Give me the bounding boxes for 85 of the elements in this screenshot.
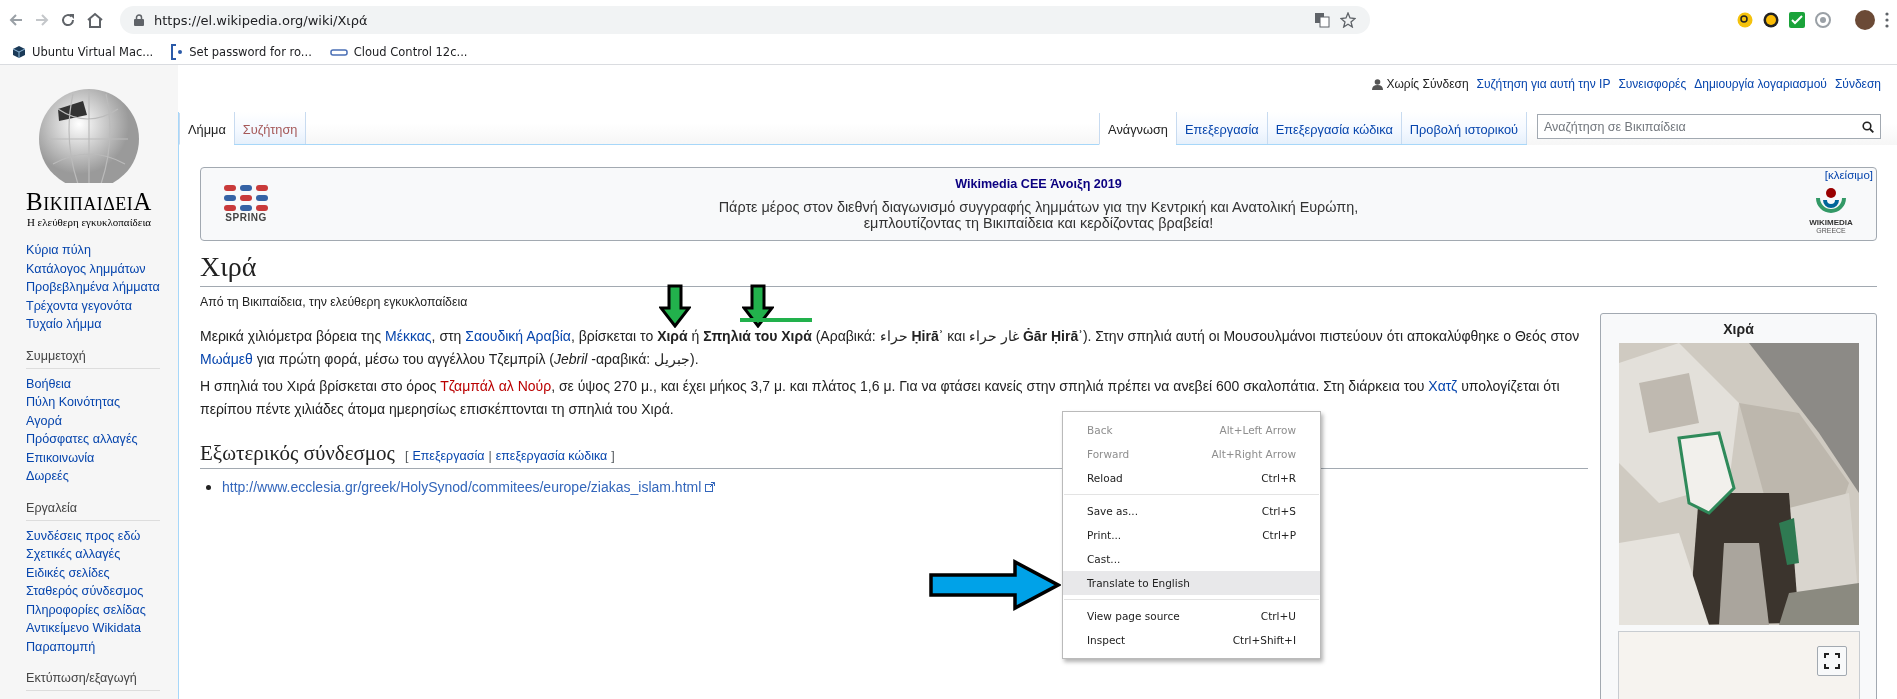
tab[interactable]: Επεξεργασία	[1176, 112, 1267, 144]
star-icon[interactable]	[1340, 12, 1356, 28]
tab[interactable]: Ανάγνωση	[1099, 113, 1176, 145]
tab[interactable]: Προβολή ιστορικού	[1400, 112, 1526, 144]
menu-item[interactable]: Reload Ctrl+R	[1063, 466, 1320, 490]
nav-link[interactable]: Δωρεές	[26, 467, 160, 486]
fullscreen-icon	[1823, 653, 1840, 669]
menu-item[interactable]: Cast...	[1063, 547, 1320, 571]
bookmark[interactable]: Set password for ro...	[171, 44, 312, 60]
nav-link[interactable]: Σταθερός σύνδεσμος	[26, 582, 160, 601]
external-link[interactable]: http://www.ecclesia.gr/greek/HolySynod/commitees/europe/ziakas_islam.html	[222, 477, 702, 498]
tab[interactable]: Συζήτηση	[233, 112, 306, 144]
menu-item[interactable]: View page source Ctrl+U	[1063, 604, 1320, 628]
menu-icon[interactable]	[1885, 12, 1889, 28]
banner-text: Πάρτε μέρος στον διεθνή διαγωνισμό συγγραφής λημμάτων για την Κεντρική και Ανατολική Ευρώπη, εμπλουτίζοντας τη Βικιπαίδεια και κερδίζοντας βραβεία!	[718, 199, 1359, 231]
nav-link[interactable]: Επικοινωνία	[26, 448, 160, 467]
nav-link[interactable]: Πληροφορίες σελίδας	[26, 600, 160, 619]
check-extension-icon[interactable]	[1789, 12, 1805, 28]
section-heading: Εξωτερικός σύνδεσμος	[200, 440, 395, 467]
nav-link[interactable]: Κύρια πύλη	[26, 241, 160, 260]
user-icon	[1372, 78, 1384, 90]
home-icon[interactable]	[86, 12, 104, 28]
bracket: [	[404, 449, 409, 463]
bullet	[206, 484, 211, 490]
logo-text: WIKIMEDIA	[1809, 218, 1853, 227]
banner-title[interactable]: Wikimedia CEE Άνοιξη 2019	[955, 177, 1122, 191]
cube-icon	[12, 45, 26, 59]
section-heading: Εργαλεία	[26, 499, 160, 521]
nav-link[interactable]: Συνδέσεις προς εδώ	[26, 526, 160, 545]
bracket-icon	[171, 44, 184, 60]
nav-link[interactable]: Αντικείμενο Wikidata	[26, 619, 160, 638]
nav-link[interactable]: Κατάλογος λημμάτων	[26, 259, 160, 278]
page-subtitle: Από τη Βικιπαίδεια, την ελεύθερη εγκυκλοπαίδεια	[200, 295, 469, 309]
link[interactable]: Μωάμεθ	[200, 350, 253, 367]
fullscreen-button[interactable]	[1816, 646, 1847, 676]
header-link[interactable]: Σύνδεση	[1834, 77, 1881, 91]
nav-link[interactable]: Βοήθεια	[26, 374, 160, 393]
nav-link[interactable]: Ειδικές σελίδες	[26, 563, 160, 582]
edit-link[interactable]: Επεξεργασία	[412, 449, 485, 463]
logo-text: SPRING	[225, 212, 267, 223]
nav-link[interactable]: Σχετικές αλλαγές	[26, 545, 160, 564]
extension-icon[interactable]	[1815, 12, 1831, 28]
search-field[interactable]: Αναζήτηση σε Βικιπαίδεια	[1537, 114, 1881, 139]
address-bar[interactable]: https://el.wikipedia.org/wiki/Χιρά	[120, 6, 1370, 34]
infobox-title: Χιρά	[1722, 320, 1755, 339]
close-link[interactable]: [κλείσιμο]	[1824, 169, 1873, 181]
menu-item[interactable]: Print... Ctrl+P	[1063, 523, 1320, 547]
avatar-icon[interactable]	[1855, 10, 1875, 30]
user-status: Χωρίς Σύνδεση	[1372, 77, 1469, 91]
menu-item[interactable]: Translate to English	[1063, 571, 1320, 595]
nav-link[interactable]: Τρέχοντα γεγονότα	[26, 296, 160, 315]
nav-link[interactable]: Τυχαίο λήμμα	[26, 315, 160, 334]
header-link[interactable]: Δημιουργία λογαριασμού	[1694, 77, 1827, 91]
cee-logo-icon	[224, 185, 268, 211]
reload-icon[interactable]	[60, 12, 76, 28]
nav-link[interactable]: Πύλη Κοινότητας	[26, 393, 160, 412]
header-link[interactable]: Συνεισφορές	[1618, 77, 1687, 91]
tagline: Η ελεύθερη εγκυκλοπαίδεια	[26, 216, 152, 228]
nav-link[interactable]: Προβεβλημένα λήμματα	[26, 278, 160, 297]
header-link[interactable]: Συζήτηση για αυτή την IP	[1476, 77, 1611, 91]
menu-item[interactable]: Inspect Ctrl+Shift+I	[1063, 628, 1320, 652]
link[interactable]: Μέκκας	[385, 328, 432, 344]
nav-link[interactable]: Πρόσφατες αλλαγές	[26, 430, 160, 449]
page-title: Χιρά	[200, 249, 1877, 287]
edit-link[interactable]: επεξεργασία κώδικα	[495, 449, 608, 463]
back-icon[interactable]	[8, 12, 24, 28]
paragraph: Η σπηλιά του Χιρά βρίσκεται στο όρος Τζαμπάλ αλ Νούρ, σε ύψος 270 μ., και έχει μήκος 3,7 μ. και πλάτος 1,6 μ. Για να φτάσει κανείς στην σπηλιά πρέπει να ανεβεί 600 σκαλοπάτια. Στη διάρκεια του Χατζ υπολογίζεται ότι περίπου πέντε χιλιάδες άτομα ημερησίως επισκέπτονται τη σπηλιά του Χιρά.	[200, 377, 1561, 419]
tab[interactable]: Λήμμα	[179, 113, 234, 145]
section-heading: Εκτύπωση/εξαγωγή	[26, 670, 160, 691]
menu-item[interactable]: Save as... Ctrl+S	[1063, 499, 1320, 523]
bracket: ]	[611, 449, 615, 463]
tab[interactable]: Επεξεργασία κώδικα	[1266, 112, 1401, 144]
separator: |	[488, 449, 492, 463]
site-icon	[329, 47, 348, 57]
link[interactable]: Χατζ	[1428, 378, 1458, 394]
section-heading: Συμμετοχή	[26, 347, 160, 369]
nav-link[interactable]: Αγορά	[26, 411, 160, 430]
bookmark[interactable]: Cloud Control 12c...	[329, 45, 468, 59]
nav-link[interactable]: Παραπομπή	[26, 637, 160, 656]
lock-icon	[134, 14, 144, 26]
external-link-icon	[705, 482, 716, 493]
bookmark[interactable]: Ubuntu Virtual Mac...	[12, 45, 154, 59]
search-icon[interactable]	[1862, 121, 1874, 133]
link[interactable]: Σαουδική Αραβία	[465, 328, 571, 344]
wordmark: ΒικιπαιδειΑ	[26, 189, 152, 214]
